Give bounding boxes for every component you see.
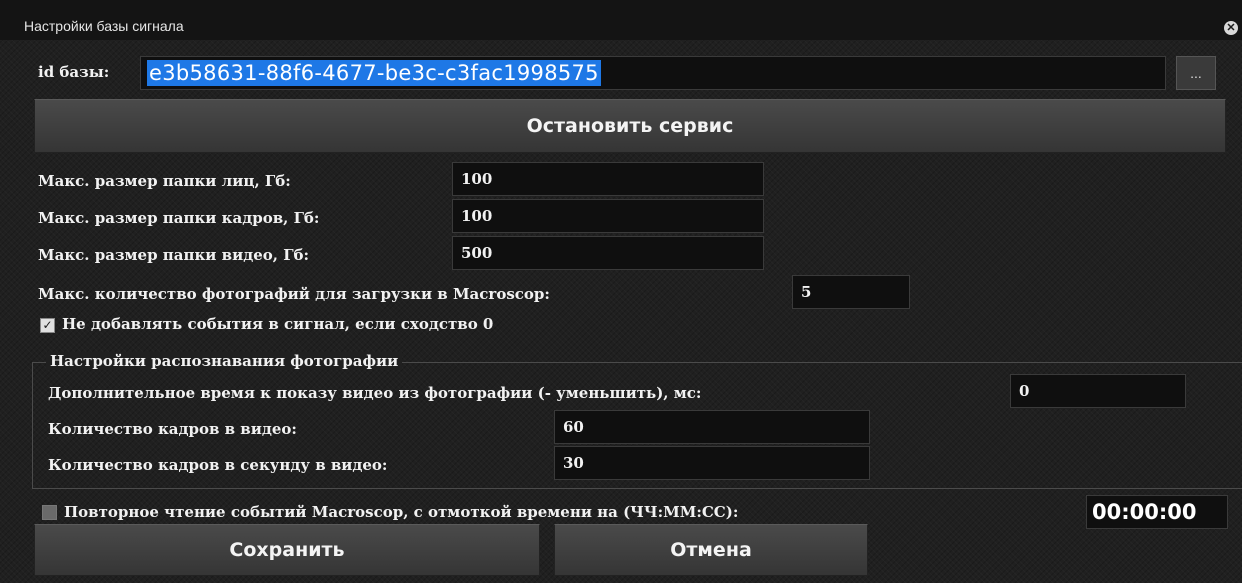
photo-recognition-title: Настройки распознавания фотографии — [46, 352, 403, 370]
frames-folder-size-input[interactable]: 100 — [452, 199, 764, 233]
fps-input[interactable]: 30 — [554, 446, 870, 480]
cancel-button[interactable]: Отмена — [554, 524, 868, 576]
base-id-label: id базы: — [38, 63, 110, 81]
window-title: Настройки базы сигнала — [24, 18, 184, 34]
reread-events-checkbox[interactable] — [42, 505, 57, 520]
frames-count-input[interactable]: 60 — [554, 410, 870, 444]
faces-folder-size-input[interactable]: 100 — [452, 162, 764, 196]
skip-zero-similarity-checkbox[interactable]: ✓ — [40, 318, 55, 333]
video-folder-label: Макс. размер папки видео, Гб: — [38, 246, 310, 264]
browse-button[interactable]: ... — [1176, 56, 1216, 90]
stop-service-button[interactable]: Остановить сервис — [34, 99, 1226, 153]
title-bar: Настройки базы сигнала ✕ — [0, 0, 1242, 40]
max-photos-input[interactable]: 5 — [792, 275, 910, 309]
frames-count-label: Количество кадров в видео: — [48, 420, 297, 438]
video-folder-size-input[interactable]: 500 — [452, 236, 764, 270]
base-id-value: e3b58631-88f6-4677-be3c-c3fac1998575 — [147, 60, 601, 86]
save-button[interactable]: Сохранить — [34, 524, 540, 576]
faces-folder-label: Макс. размер папки лиц, Гб: — [38, 172, 291, 190]
extra-time-label: Дополнительное время к показу видео из ф… — [48, 384, 702, 402]
rewind-time-input[interactable]: 00:00:00 — [1086, 495, 1228, 529]
base-id-field[interactable]: e3b58631-88f6-4677-be3c-c3fac1998575 — [140, 56, 1166, 90]
frames-folder-label: Макс. размер папки кадров, Гб: — [38, 209, 320, 227]
settings-dialog: Настройки базы сигнала ✕ id базы: e3b586… — [0, 0, 1242, 583]
max-photos-label: Макс. количество фотографий для загрузки… — [38, 285, 550, 303]
close-icon[interactable]: ✕ — [1224, 21, 1238, 35]
skip-zero-similarity-label: Не добавлять события в сигнал, если сход… — [62, 315, 494, 333]
extra-time-input[interactable]: 0 — [1010, 374, 1186, 408]
reread-events-label: Повторное чтение событий Macroscop, с от… — [64, 503, 739, 521]
fps-label: Количество кадров в секунду в видео: — [48, 456, 388, 474]
